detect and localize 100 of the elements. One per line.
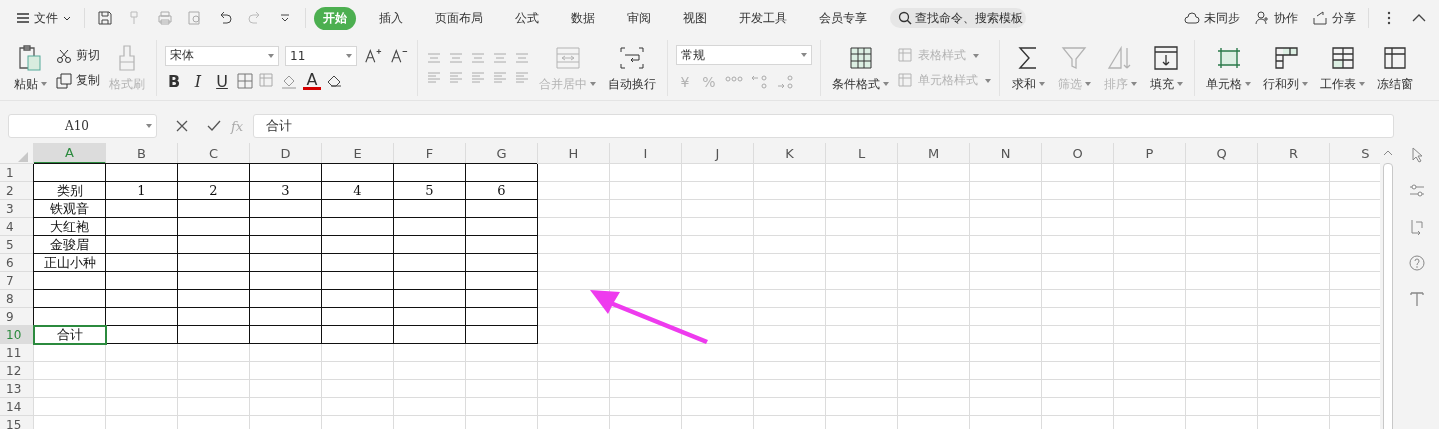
row-header[interactable]: 6 [0,254,34,272]
toolbar-action[interactable]: 未同步 [1180,6,1244,30]
column-header[interactable]: I [610,143,682,164]
row-header[interactable]: 14 [0,398,34,416]
underline-button[interactable]: U [213,71,231,91]
ribbon-tab[interactable]: 开发工具 [730,6,796,30]
row-header[interactable]: 4 [0,218,34,236]
column-header[interactable]: R [1258,143,1330,164]
ribbon-tab[interactable]: 视图 [674,6,716,30]
align-icon[interactable] [514,50,530,66]
grow-font-icon[interactable] [363,46,383,65]
row-header[interactable]: 13 [0,380,34,398]
ribbon-tab[interactable]: 公式 [506,6,548,30]
column-header[interactable]: C [178,143,250,164]
paste-button[interactable]: 粘贴 [10,41,50,95]
clipboard-button[interactable]: 复制 [56,70,100,91]
increase-decimal-icon[interactable] [750,73,770,91]
column-header[interactable]: B [106,143,178,164]
row-header[interactable]: 9 [0,308,34,326]
row-header[interactable]: 1 [0,164,34,182]
row-header[interactable]: 11 [0,344,34,362]
ribbon-tab[interactable]: 页面布局 [426,6,492,30]
ribbon-tab[interactable]: 插入 [370,6,412,30]
cloud-icon [1184,10,1200,26]
row-header[interactable]: 7 [0,272,34,290]
conditional-format-button[interactable]: 条件格式 [829,41,892,95]
column-header[interactable]: F [394,143,466,164]
font-name-select[interactable]: 宋体 [165,45,279,66]
column-header[interactable]: K [754,143,826,164]
align-icon[interactable] [514,70,530,86]
row-header[interactable]: 3 [0,200,34,218]
text-icon[interactable] [1409,291,1425,307]
align-icon[interactable] [470,70,486,86]
row-header[interactable]: 12 [0,362,34,380]
ribbon-tab[interactable]: 数据 [562,6,604,30]
column-header[interactable]: S [1330,143,1380,164]
align-icon[interactable] [470,50,486,66]
table-cell: 类别 [34,182,106,200]
editing-button[interactable]: 填充 [1146,41,1186,95]
toolbar-action[interactable]: 协作 [1250,6,1302,30]
caret-icon [985,78,991,83]
sliders-icon[interactable] [1409,183,1425,199]
eraser-icon[interactable] [327,73,343,89]
shrink-font-icon[interactable] [389,46,409,65]
ribbon-tab[interactable]: 会员专享 [810,6,876,30]
number-format-select[interactable]: 常规 [676,45,812,65]
decrease-decimal-icon[interactable] [776,73,796,91]
row-header[interactable]: 2 [0,182,34,200]
row-header[interactable]: 5 [0,236,34,254]
column-header[interactable]: J [682,143,754,164]
wrap-text-button[interactable]: 自动换行 [605,41,659,95]
column-header[interactable]: P [1114,143,1186,164]
toolbar-action[interactable]: 分享 [1308,6,1360,30]
column-header[interactable]: Q [1186,143,1258,164]
cells-button[interactable]: 行和列 [1260,41,1311,95]
cells-button[interactable]: 工作表 [1317,41,1368,95]
align-icon[interactable] [448,50,464,66]
italic-button[interactable]: I [189,71,207,91]
table-cell: 5 [394,182,466,200]
scroll-up-icon[interactable] [1382,149,1393,157]
cursor-icon[interactable] [1409,147,1425,163]
search-field[interactable]: 查找命令、搜索模板 [890,8,1026,28]
align-icon[interactable] [426,50,442,66]
clipboard-button[interactable]: 剪切 [56,45,100,66]
name-box[interactable]: A10 [8,114,157,138]
ribbon-tab[interactable]: 审阅 [618,6,660,30]
align-icon[interactable] [492,70,508,86]
cells-button[interactable]: 单元格 [1203,41,1254,95]
menu-icon [16,11,30,25]
border-icon[interactable] [237,73,253,89]
save-icon[interactable] [97,10,113,26]
align-icon[interactable] [492,50,508,66]
fill-bucket-icon[interactable] [281,73,297,89]
column-header[interactable]: M [898,143,970,164]
column-header[interactable]: H [538,143,610,164]
swap-icon[interactable] [1409,219,1425,235]
column-header[interactable]: L [826,143,898,164]
help-icon[interactable] [1409,255,1425,271]
align-icon[interactable] [426,70,442,86]
font-color-button[interactable]: A [303,72,321,90]
print-icon[interactable] [157,10,173,26]
bold-button[interactable]: B [165,71,183,91]
preview-icon[interactable] [187,10,203,26]
cell-style-icon[interactable] [259,73,275,89]
column-header[interactable]: O [1042,143,1114,164]
confirm-icon[interactable] [207,119,221,133]
column-header[interactable]: E [322,143,394,164]
column-header[interactable]: G [466,143,538,164]
align-icon[interactable] [448,70,464,86]
cancel-icon[interactable] [175,119,189,133]
cells-button[interactable]: 冻结窗 [1374,41,1416,95]
column-header[interactable]: D [250,143,322,164]
editing-button[interactable]: 求和 [1008,41,1048,95]
formula-input[interactable]: 合计 [253,114,1394,138]
file-menu[interactable]: 文件 [12,6,76,30]
row-header[interactable]: 8 [0,290,34,308]
column-header[interactable]: N [970,143,1042,164]
table-cell: 6 [466,182,538,200]
font-size-select[interactable]: 11 [285,45,357,66]
row-header[interactable]: 15 [0,416,34,429]
